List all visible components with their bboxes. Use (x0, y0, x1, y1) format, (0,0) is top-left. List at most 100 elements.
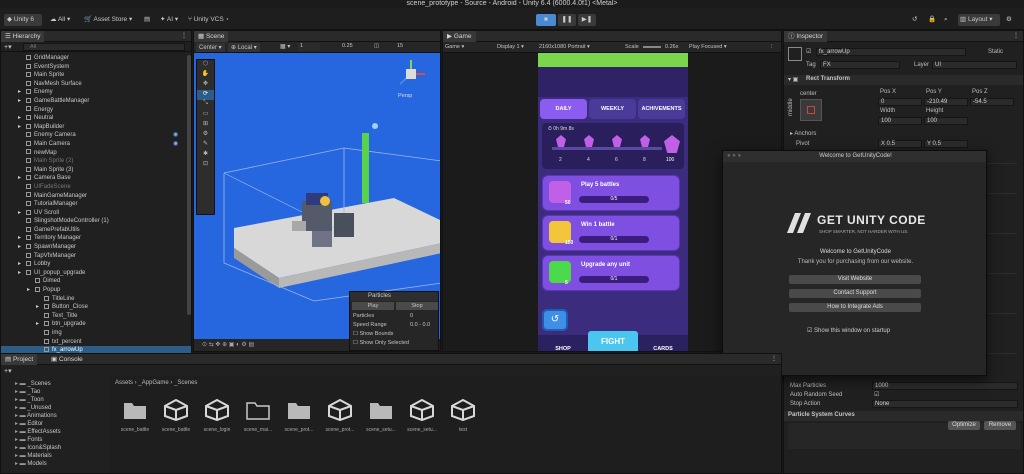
visibility-eye-icon[interactable]: ◉ (173, 140, 178, 149)
game-nav-fight[interactable]: FIGHT (588, 331, 638, 351)
vcs-button[interactable]: ⑂ Unity VCS ▾ (188, 14, 229, 25)
folder-item[interactable]: ▸ ▬ _Scenes (5, 380, 105, 388)
scale-slider[interactable] (643, 46, 661, 48)
pivot-dropdown[interactable]: Center ▾ (196, 43, 225, 52)
expand-arrow-icon[interactable]: ▸ (18, 243, 21, 252)
hierarchy-item[interactable]: ▸ GameBattleManager (1, 97, 191, 106)
layer-dropdown[interactable]: UI (932, 61, 1017, 69)
tab-inspector[interactable]: ⓘ Inspector (784, 31, 828, 42)
tab-hierarchy[interactable]: ☰ Hierarchy (1, 31, 45, 42)
panel-menu-icon[interactable]: ⋮ (181, 31, 187, 42)
asset-item[interactable]: scene_prot... (283, 399, 315, 433)
mission-card[interactable]: 150 Win 1 battle 0/1 (542, 215, 680, 251)
asset-item[interactable]: scene_login (201, 398, 233, 433)
optimize-button[interactable]: Optimize (948, 421, 980, 430)
hierarchy-item[interactable]: ▸ Camera Base (1, 174, 191, 183)
space-dropdown[interactable]: ⊕ Local ▾ (228, 43, 260, 52)
hierarchy-item[interactable]: TitleLine (1, 295, 191, 304)
tab-scene[interactable]: ▦ Scene (194, 31, 229, 42)
folder-item[interactable]: ▸ ▬ _Toon (5, 396, 105, 404)
pos-y-field[interactable]: -210.49 (924, 98, 968, 106)
panel-menu-icon[interactable]: ⋮ (771, 354, 777, 365)
expand-arrow-icon[interactable]: ▸ (18, 234, 21, 243)
hierarchy-item[interactable]: ▸ Neutral (1, 114, 191, 123)
grid-snap-icon[interactable]: ▦ ▾ (280, 43, 290, 50)
pos-z-field[interactable]: -54.5 (970, 98, 1014, 106)
hierarchy-item[interactable]: ▸ Lobby (1, 260, 191, 269)
expand-arrow-icon[interactable]: ▸ (18, 88, 21, 97)
asset-item[interactable]: scene_mai... (242, 399, 274, 433)
game-screen[interactable]: DAILY WEEKLY ACHIVEMENTS ⏱ 0h 9m 8s 2 4 6 8 1… (538, 53, 688, 351)
layout-dropdown[interactable]: ▥ Layout ▾ (958, 14, 1000, 26)
breadcrumb-item[interactable]: _Scenes (174, 380, 197, 386)
view-tool-icon[interactable]: ⬡ (197, 60, 214, 70)
hierarchy-item[interactable]: Dimed (1, 277, 191, 286)
hierarchy-item[interactable]: Main Camera ◉ (1, 140, 191, 149)
hierarchy-search-input[interactable] (23, 43, 185, 51)
hierarchy-item[interactable]: Enemy Camera ◉ (1, 131, 191, 140)
expand-arrow-icon[interactable]: ▸ (18, 260, 21, 269)
transform-tool-icon[interactable]: ⊞ (197, 120, 214, 130)
rect-transform-header[interactable]: ▾ ▣ Rect Transform (784, 75, 1023, 85)
height-field[interactable]: 100 (924, 117, 968, 125)
hierarchy-item[interactable]: NavMesh Surface (1, 80, 191, 89)
hierarchy-item[interactable]: ▸ btn_upgrade (1, 320, 191, 329)
anchor-preset-button[interactable] (800, 99, 822, 121)
pivot-y-field[interactable]: Y 0.5 (924, 140, 968, 148)
mission-tab[interactable]: WEEKLY (589, 99, 636, 119)
expand-arrow-icon[interactable]: ▸ (18, 123, 21, 132)
folder-item[interactable]: ▸ ▬ Editor (5, 420, 105, 428)
snap-value-field[interactable]: 0.25 (342, 43, 353, 49)
width-field[interactable]: 100 (878, 117, 922, 125)
project-add-button[interactable]: +▾ (4, 367, 12, 375)
folder-item[interactable]: ▸ ▬ Icon&Splash (5, 444, 105, 452)
brush-tool-icon[interactable]: ✎ (197, 140, 214, 150)
mission-tab[interactable]: ACHIVEMENTS (638, 99, 685, 119)
asset-item[interactable]: scene_battle (160, 398, 192, 433)
folder-item[interactable]: ▸ ▬ Models (5, 460, 105, 468)
hierarchy-item[interactable]: TutorialManager (1, 200, 191, 209)
visibility-eye-icon[interactable]: ◉ (173, 131, 178, 140)
expand-arrow-icon[interactable]: ▸ (18, 114, 21, 123)
hierarchy-item[interactable]: ▸ UV Scroll (1, 209, 191, 218)
cloud-all-dropdown[interactable]: ☁ All ▾ (50, 14, 70, 25)
search-icon[interactable]: ⌕ (944, 14, 948, 25)
hierarchy-item[interactable]: ▸ Popup (1, 286, 191, 295)
contact-support-button[interactable]: Contact Support (789, 289, 921, 298)
folder-item[interactable]: ▸ ▬ Materials (5, 452, 105, 460)
tab-console[interactable]: ▣ Console (47, 354, 87, 365)
expand-arrow-icon[interactable]: ▸ (36, 303, 39, 312)
view-label[interactable]: Persp (398, 93, 412, 99)
expand-arrow-icon[interactable]: ▸ (18, 209, 21, 218)
asset-item[interactable]: test (447, 398, 479, 433)
folder-item[interactable]: ▸ ▬ _Unused (5, 404, 105, 412)
asset-store-button[interactable]: 🛒 Asset Store ▾ (84, 14, 132, 25)
panel-menu-icon[interactable]: ⋮ (1013, 31, 1019, 42)
custom-tool-icon[interactable]: ⚙ (197, 130, 214, 140)
integrate-ads-button[interactable]: How to Integrate Ads (789, 303, 921, 312)
hierarchy-item[interactable]: txt_percent (1, 338, 191, 347)
game-nav-cards[interactable]: CARDS (638, 338, 688, 351)
scene-gizmo[interactable] (394, 57, 428, 91)
particles-play-button[interactable]: Play (352, 302, 394, 310)
mission-tab[interactable]: DAILY (540, 99, 587, 119)
hierarchy-item[interactable]: EventSystem (1, 63, 191, 72)
hierarchy-item[interactable]: ▸ Enemy (1, 88, 191, 97)
asset-item[interactable]: scene_setu... (365, 399, 397, 433)
game-mode-dropdown[interactable]: Game ▾ (445, 42, 464, 52)
hierarchy-item[interactable]: ▸ MapBuilder (1, 123, 191, 132)
hierarchy-item[interactable]: GamePrefabUtils (1, 226, 191, 235)
expand-arrow-icon[interactable]: ▸ (18, 97, 21, 106)
particle-curves-header[interactable]: Particle System Curves (784, 411, 1023, 421)
account-button[interactable]: ◆ Unity 6 (4, 14, 42, 26)
expand-arrow-icon[interactable]: ▸ (36, 320, 39, 329)
pause-button[interactable]: ❚❚ (558, 14, 576, 26)
hierarchy-item[interactable]: Main Sprite (1, 71, 191, 80)
hierarchy-item[interactable]: Main Sprite (3) (1, 166, 191, 175)
back-button-icon[interactable]: ↺ (542, 309, 568, 331)
visit-website-button[interactable]: Visit Website (789, 275, 921, 284)
hierarchy-item[interactable]: Energy (1, 106, 191, 115)
snap-angle-icon[interactable]: ◫ (374, 43, 379, 49)
hierarchy-item[interactable]: GridManager (1, 54, 191, 63)
history-icon[interactable]: ↺ (912, 14, 917, 25)
